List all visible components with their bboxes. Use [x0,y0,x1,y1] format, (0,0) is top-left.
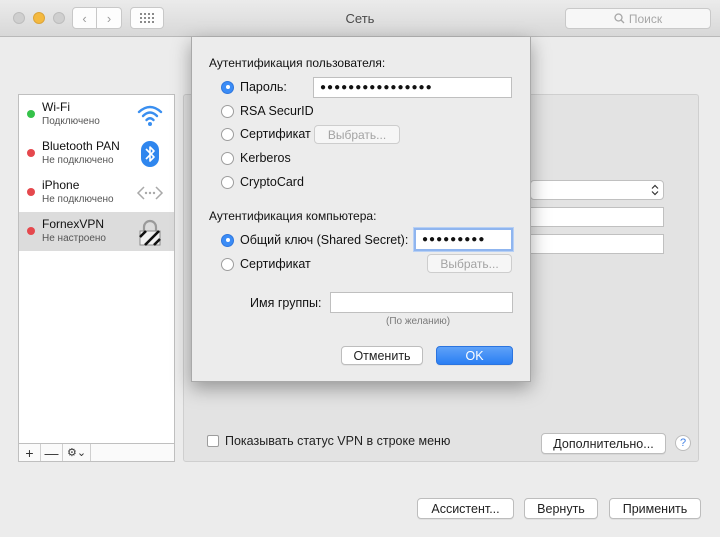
radio-button[interactable] [221,104,234,118]
radio-label: CryptoCard [240,175,304,189]
configuration-select[interactable] [530,180,664,200]
show-vpn-status-checkbox[interactable] [207,435,219,447]
radio-label: Пароль: [240,80,287,94]
search-icon [614,13,625,24]
radio-label: Сертификат [240,127,311,141]
radio-label: RSA SecurID [240,104,314,118]
radio-cryptocard[interactable]: CryptoCard [221,175,304,189]
select-certificate-button[interactable]: Выбрать... [314,125,400,144]
service-item-iphone[interactable]: iPhone Не подключено [19,173,174,212]
service-item-fornexvpn[interactable]: FornexVPN Не настроено [19,212,174,251]
group-name-field[interactable] [330,292,513,313]
bluetooth-icon [141,141,159,167]
vpn-lock-icon [139,219,161,246]
radio-button[interactable] [221,175,234,189]
service-name: Wi-Fi [42,100,70,114]
cancel-button[interactable]: Отменить [341,346,423,365]
service-status: Подключено [42,116,100,127]
group-name-label: Имя группы: [250,296,322,310]
service-item-wifi[interactable]: Wi-Fi Подключено [19,95,174,134]
radio-label: Общий ключ (Shared Secret): [240,233,409,247]
radio-button[interactable] [221,257,234,271]
service-status: Не подключено [42,194,114,205]
window-titlebar: ‹ › Сеть Поиск [0,0,720,37]
add-service-button[interactable]: + [19,444,41,461]
radio-kerberos[interactable]: Kerberos [221,151,291,165]
search-placeholder: Поиск [628,11,663,26]
radio-rsa-securid[interactable]: RSA SecurID [221,104,314,118]
radio-computer-certificate[interactable]: Сертификат [221,257,311,271]
account-name-field[interactable] [530,234,664,254]
ok-button[interactable]: OK [436,346,513,365]
help-button[interactable]: ? [675,435,691,451]
password-field[interactable]: ●●●●●●●●●●●●●●●● [313,77,512,98]
shared-secret-field[interactable]: ●●●●●●●●● [414,228,513,251]
radio-password[interactable]: Пароль: [221,80,287,94]
authentication-settings-sheet: Аутентификация пользователя: Пароль: ●●●… [191,37,531,382]
service-name: Bluetooth PAN [42,139,120,153]
server-address-field[interactable] [530,207,664,227]
remove-service-button[interactable]: — [41,444,63,461]
status-dot [27,188,35,196]
service-actions-gear-button[interactable]: ⚙︎⌄ [63,444,91,461]
status-dot [27,110,35,118]
wifi-icon [137,105,163,126]
radio-button[interactable] [221,233,234,247]
radio-certificate[interactable]: Сертификат [221,127,311,141]
service-status: Не настроено [42,233,106,244]
apply-button[interactable]: Применить [609,498,701,519]
service-item-bluetooth-pan[interactable]: Bluetooth PAN Не подключено [19,134,174,173]
user-auth-title: Аутентификация пользователя: [209,56,386,70]
show-vpn-status-label: Показывать статус VPN в строке меню [225,434,451,448]
show-vpn-status-row[interactable]: Показывать статус VPN в строке меню [207,434,450,448]
radio-button[interactable] [221,80,234,94]
status-dot [27,227,35,235]
service-name: FornexVPN [42,217,105,231]
select-computer-certificate-button[interactable]: Выбрать... [427,254,512,273]
select-arrows-icon [651,184,659,196]
iphone-connection-icon [136,186,164,200]
search-field[interactable]: Поиск [565,8,711,29]
radio-label: Kerberos [240,151,291,165]
radio-label: Сертификат [240,257,311,271]
service-name: iPhone [42,178,80,192]
advanced-button[interactable]: Дополнительно... [541,433,666,454]
radio-button[interactable] [221,151,234,165]
computer-auth-title: Аутентификация компьютера: [209,209,377,223]
assistant-button[interactable]: Ассистент... [417,498,514,519]
radio-shared-secret[interactable]: Общий ключ (Shared Secret): [221,233,408,247]
optional-hint: (По желанию) [386,316,451,327]
service-list-toolbar: + — ⚙︎⌄ [18,443,175,462]
service-status: Не подключено [42,155,114,166]
revert-button[interactable]: Вернуть [524,498,598,519]
status-dot [27,149,35,157]
radio-button[interactable] [221,127,234,141]
network-service-list: Wi-Fi Подключено Bluetooth PAN Не подклю… [18,94,175,444]
